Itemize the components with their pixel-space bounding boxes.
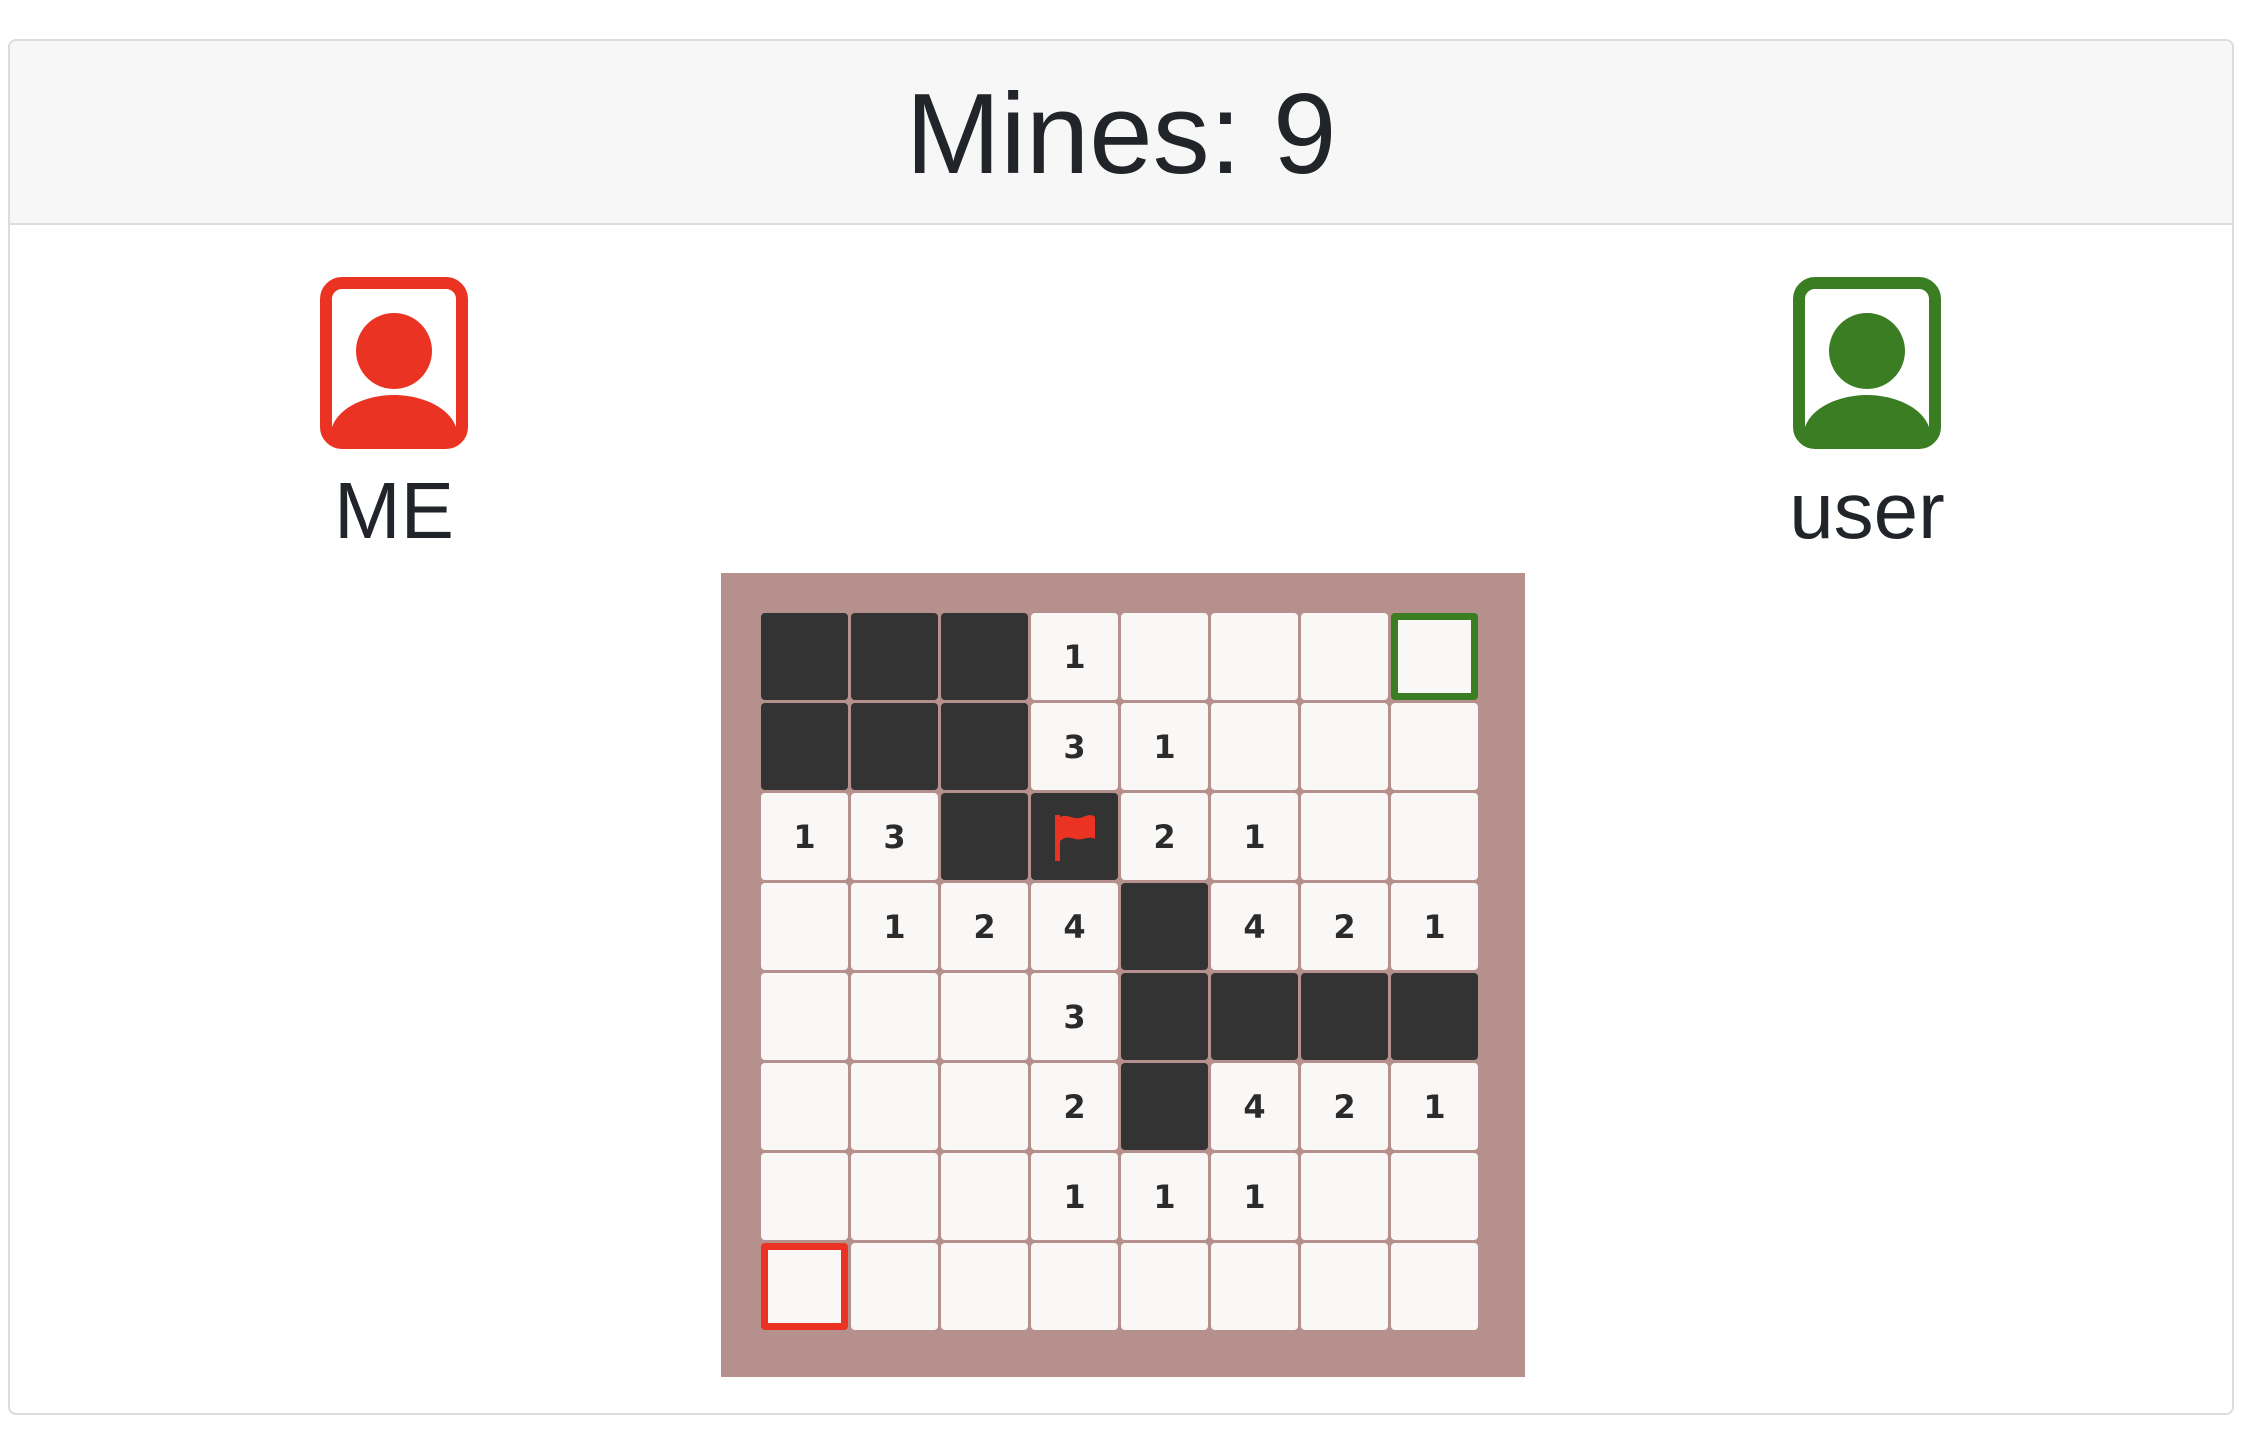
board-cell-empty[interactable]	[941, 1063, 1028, 1150]
board-cell-hidden[interactable]	[1301, 973, 1388, 1060]
board-cell-hidden[interactable]	[941, 703, 1028, 790]
board-cell-number[interactable]: 4	[1211, 1063, 1298, 1150]
board-cell-empty[interactable]	[1211, 613, 1298, 700]
board-cell-number[interactable]: 1	[1391, 1063, 1478, 1150]
board-cell-empty[interactable]	[1211, 703, 1298, 790]
board-cell-empty[interactable]	[941, 1153, 1028, 1240]
board-cell-empty[interactable]	[851, 973, 938, 1060]
player-me: ME	[244, 277, 544, 551]
board-cell-number[interactable]: 3	[1031, 973, 1118, 1060]
board-cell-empty[interactable]	[941, 973, 1028, 1060]
board-cell-empty[interactable]	[761, 883, 848, 970]
board-cell-empty[interactable]	[1031, 1243, 1118, 1330]
board-cell-empty[interactable]	[1121, 613, 1208, 700]
board-cell-number[interactable]: 1	[761, 793, 848, 880]
player-me-name: ME	[334, 466, 454, 555]
board-cell-empty[interactable]	[1391, 1153, 1478, 1240]
board-cell-number[interactable]: 2	[1301, 1063, 1388, 1150]
mines-counter: Mines: 9	[905, 71, 1337, 198]
board-cell-number[interactable]: 3	[1031, 703, 1118, 790]
board-cell-empty[interactable]	[1301, 703, 1388, 790]
board-cell-number[interactable]: 4	[1031, 883, 1118, 970]
player-opponent: user	[1717, 277, 2017, 551]
board-cell-empty[interactable]	[761, 1063, 848, 1150]
board-cell-empty[interactable]	[1301, 1153, 1388, 1240]
board-cell-empty[interactable]	[761, 1153, 848, 1240]
board-cell-hidden[interactable]	[1121, 973, 1208, 1060]
flag-icon	[1054, 814, 1095, 861]
minesweeper-board: 131132112442132421111	[721, 573, 1525, 1377]
board-cell-empty[interactable]	[1301, 793, 1388, 880]
board-cell-number[interactable]: 4	[1211, 883, 1298, 970]
board-cell-empty[interactable]	[1211, 1243, 1298, 1330]
board-cell-empty[interactable]	[1391, 793, 1478, 880]
board-cell-empty[interactable]	[851, 1243, 938, 1330]
game-card: Mines: 9 ME user 131132112442132421111	[8, 39, 2234, 1415]
board-cell-number[interactable]: 1	[1211, 1153, 1298, 1240]
board-cell-hidden[interactable]	[761, 613, 848, 700]
board-cell-number[interactable]: 2	[1301, 883, 1388, 970]
board-cell-hidden[interactable]	[1391, 973, 1478, 1060]
board-cell-number[interactable]: 1	[1121, 1153, 1208, 1240]
board-cell-hidden[interactable]	[1211, 973, 1298, 1060]
user-portrait-icon	[1793, 277, 1941, 449]
board-cell-number[interactable]: 2	[1121, 793, 1208, 880]
board-cell-empty[interactable]	[851, 1153, 938, 1240]
card-header: Mines: 9	[10, 41, 2232, 225]
board-cell-empty[interactable]	[1301, 1243, 1388, 1330]
board-cell-number[interactable]: 3	[851, 793, 938, 880]
board-cell-number[interactable]: 1	[1211, 793, 1298, 880]
board-cell-number[interactable]: 1	[1031, 1153, 1118, 1240]
board-cell-me-cursor[interactable]	[761, 1243, 848, 1330]
board-cell-number[interactable]: 1	[1391, 883, 1478, 970]
board-cell-hidden[interactable]	[1121, 883, 1208, 970]
user-portrait-icon	[320, 277, 468, 449]
board-cell-number[interactable]: 1	[1031, 613, 1118, 700]
board-cell-hidden[interactable]	[761, 703, 848, 790]
board-cell-hidden[interactable]	[941, 793, 1028, 880]
player-opponent-name: user	[1789, 466, 1945, 555]
board-cell-hidden[interactable]	[851, 613, 938, 700]
board-cell-empty[interactable]	[1121, 1243, 1208, 1330]
board-cell-empty[interactable]	[1391, 1243, 1478, 1330]
board-cell-empty[interactable]	[761, 973, 848, 1060]
board-cell-hidden[interactable]	[851, 703, 938, 790]
board-grid: 131132112442132421111	[761, 613, 1478, 1330]
board-cell-number[interactable]: 1	[851, 883, 938, 970]
board-cell-empty[interactable]	[1301, 613, 1388, 700]
board-cell-number[interactable]: 1	[1121, 703, 1208, 790]
board-cell-empty[interactable]	[941, 1243, 1028, 1330]
board-cell-empty[interactable]	[851, 1063, 938, 1150]
board-cell-opponent-cursor[interactable]	[1391, 613, 1478, 700]
board-cell-number[interactable]: 2	[1031, 1063, 1118, 1150]
board-cell-empty[interactable]	[1391, 703, 1478, 790]
board-cell-hidden[interactable]	[1121, 1063, 1208, 1150]
board-cell-hidden[interactable]	[941, 613, 1028, 700]
board-cell-flagged[interactable]	[1031, 793, 1118, 880]
board-cell-number[interactable]: 2	[941, 883, 1028, 970]
